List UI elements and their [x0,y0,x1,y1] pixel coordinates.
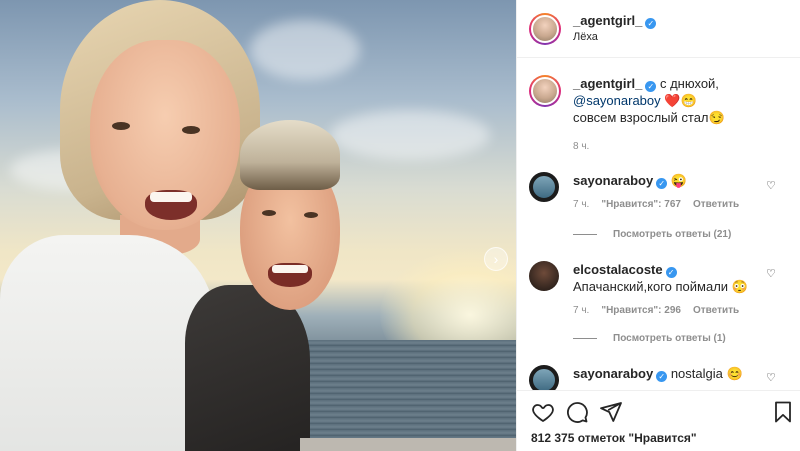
commenter-avatar[interactable] [529,172,559,202]
post-photo[interactable]: › [0,0,516,451]
verified-badge-icon: ✓ [656,178,668,189]
comment-text: 😜 [670,173,688,188]
caption-username[interactable]: _agentgirl_ [573,76,642,91]
divider [573,234,597,235]
view-replies-label: Посмотреть ответы (21) [613,229,732,240]
caption: _agentgirl_ ✓ с днюхой, @sayonaraboy ❤️😁 … [529,75,789,155]
view-replies-button[interactable]: Посмотреть ответы (1) [573,333,726,344]
caption-text-2: совсем взрослый стал😏 [573,110,725,125]
comment-bubble-icon[interactable] [565,400,589,424]
comment-body: elcostalacoste ✓ Апачанский,кого поймали … [573,261,773,316]
comment-meta: 7 ч. "Нравится": 296 Ответить [573,305,773,316]
divider [573,338,597,339]
girl-eye [112,122,130,130]
verified-badge-icon: ✓ [665,267,677,278]
action-bar [517,390,800,430]
verified-badge-icon: ✓ [645,81,657,92]
boat-edge [300,438,516,451]
author-avatar[interactable] [529,12,561,45]
view-replies-label: Посмотреть ответы (1) [613,333,726,344]
heart-icon[interactable] [531,400,555,424]
girl-shirt [0,235,215,451]
comment-likes[interactable]: "Нравится": 767 [601,199,681,210]
comment-time[interactable]: 7 ч. [573,305,589,316]
post-location[interactable]: Лёха [573,29,656,45]
comment-item: sayonaraboy ✓ 😜 7 ч. "Нравится": 767 Отве… [529,172,789,210]
caption-emoji: ❤️😁 [664,93,697,108]
caption-mention[interactable]: @sayonaraboy [573,93,661,108]
commenter-avatar[interactable] [529,261,559,291]
author-username[interactable]: _agentgirl_ [573,13,642,28]
reply-button[interactable]: Ответить [693,199,739,210]
caption-time[interactable]: 8 ч. [573,138,725,155]
boy-eye [304,212,318,218]
caption-text: с днюхой, [659,76,719,91]
comment-username[interactable]: sayonaraboy [573,366,653,381]
comment-text: nostalgia 😊 [670,366,743,381]
comment-likes[interactable]: "Нравится": 296 [601,305,681,316]
view-replies-button[interactable]: Посмотреть ответы (21) [573,229,731,240]
comment-time[interactable]: 7 ч. [573,199,589,210]
likes-count[interactable]: 812 375 отметок "Нравится" [531,431,697,445]
bookmark-icon[interactable] [771,400,795,424]
girl-eye [182,126,200,134]
comment-item: elcostalacoste ✓ Апачанский,кого поймали … [529,261,789,316]
author-avatar[interactable] [529,75,561,107]
comment-text: Апачанский,кого поймали 😳 [573,279,748,294]
heart-icon[interactable]: ♡ [766,372,778,384]
comment-username[interactable]: elcostalacoste [573,262,663,277]
boy-hair [240,120,340,190]
post-side-panel: _agentgirl_ ✓ Лёха _agentgirl_ ✓ с днюхой,… [516,0,800,451]
heart-icon[interactable]: ♡ [766,180,778,192]
cloud [330,110,490,160]
verified-badge-icon: ✓ [656,371,668,382]
comment-body: sayonaraboy ✓ 😜 7 ч. "Нравится": 767 Отве… [573,172,773,210]
verified-badge-icon: ✓ [645,17,657,29]
heart-icon[interactable]: ♡ [766,268,778,280]
caption-body: _agentgirl_ ✓ с днюхой, @sayonaraboy ❤️😁 … [573,75,725,155]
comment-username[interactable]: sayonaraboy [573,173,653,188]
reply-button[interactable]: Ответить [693,305,739,316]
boy-teeth [272,265,308,273]
post-header: _agentgirl_ ✓ Лёха [517,0,800,58]
paper-plane-icon[interactable] [599,400,623,424]
header-text: _agentgirl_ ✓ Лёха [573,13,657,45]
cloud [250,20,360,80]
girl-teeth [150,192,192,202]
sea [290,340,516,451]
chevron-right-icon[interactable]: › [484,247,508,271]
comment-meta: 7 ч. "Нравится": 767 Ответить [573,199,773,210]
boy-eye [262,210,276,216]
